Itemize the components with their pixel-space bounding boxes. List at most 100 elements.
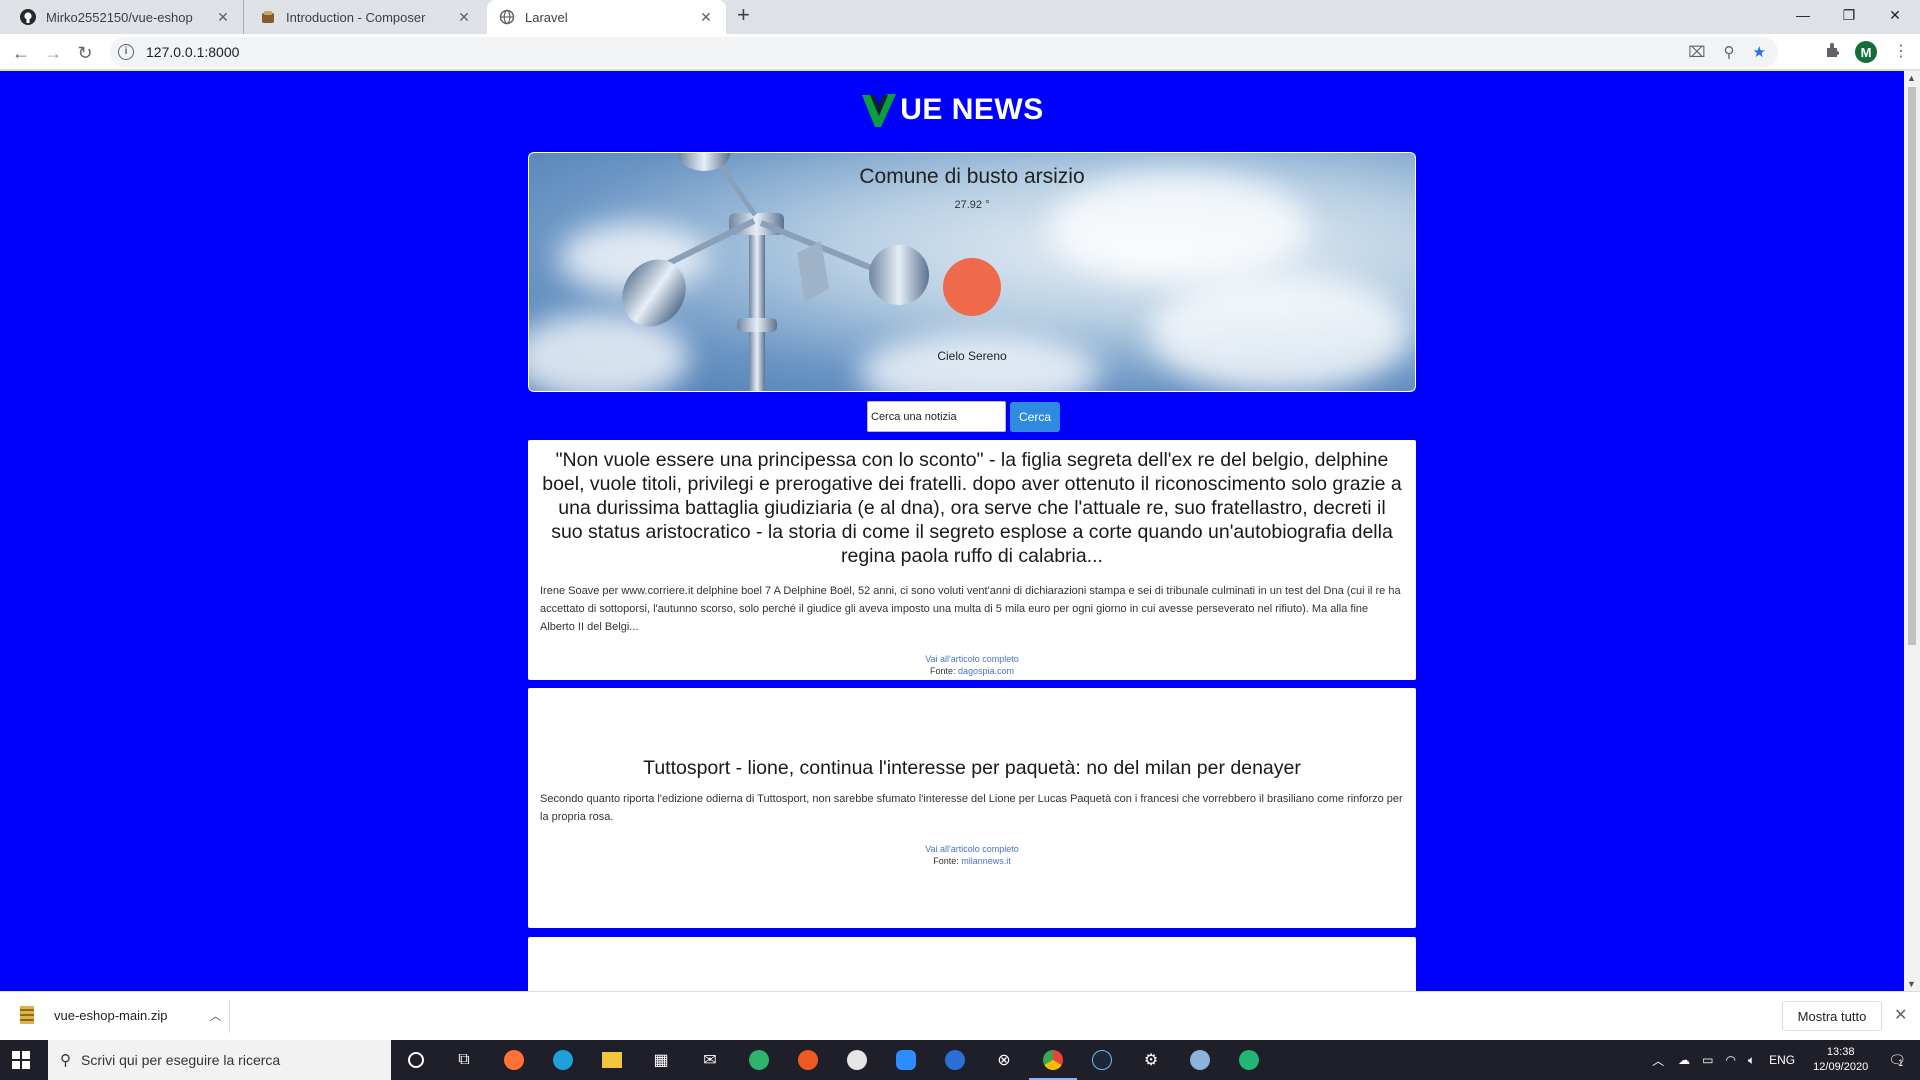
zip-file-icon <box>20 1006 34 1024</box>
clock-time: 13:38 <box>1826 1046 1855 1058</box>
scroll-up-icon[interactable]: ▲ <box>1907 73 1916 83</box>
weather-card: Comune di busto arsizio 27.92 ° Cielo Se… <box>528 152 1416 392</box>
site-info-icon[interactable]: i <box>118 44 134 60</box>
chevron-up-icon[interactable]: ︿ <box>209 1007 221 1024</box>
article-body: Secondo quanto riporta l'edizione odiern… <box>540 793 1403 823</box>
tab-composer[interactable]: Introduction - Composer ✕ <box>248 0 484 34</box>
firefox-icon[interactable] <box>502 1048 526 1072</box>
browser-toolbar: ← → ↻ i 127.0.0.1:8000 ⌧ ⚲ ★ M ⋮ <box>0 34 1920 70</box>
globe-icon <box>499 9 515 25</box>
cortana-icon[interactable] <box>404 1048 428 1072</box>
tab-github[interactable]: Mirko2552150/vue-eshop ✕ <box>8 0 244 34</box>
mail-icon[interactable]: ✉ <box>698 1048 722 1072</box>
news-search-form: Cerca <box>867 401 1060 432</box>
app-paint-icon[interactable] <box>1188 1048 1212 1072</box>
translate-icon[interactable]: ⌧ <box>1688 43 1705 61</box>
article-title: "Non vuole essere una principessa con lo… <box>542 449 1402 567</box>
system-tray: ︿ ☁ ▭ ◠ 🔈︎ ENG 13:38 12/09/2020 🗨︎ 1 <box>1652 1040 1920 1080</box>
source-label: Fonte: <box>929 666 956 676</box>
task-view-icon[interactable]: ⧉ <box>452 1048 476 1072</box>
news-card: Tuttosport - lione, continua l'interesse… <box>528 688 1416 928</box>
tab-title: Mirko2552150/vue-eshop <box>46 9 193 25</box>
close-window-icon[interactable]: ✕ <box>1872 0 1918 30</box>
language-indicator[interactable]: ENG <box>1769 1053 1795 1067</box>
file-explorer-icon[interactable] <box>600 1048 624 1072</box>
article-title: Tuttosport - lione, continua l'interesse… <box>643 757 1301 779</box>
vue-logo-icon <box>862 94 897 127</box>
tab-laravel[interactable]: Laravel ✕ <box>487 0 726 34</box>
news-search-input[interactable] <box>867 401 1006 432</box>
xbox-icon[interactable]: ⊗ <box>992 1048 1016 1072</box>
download-filename: vue-eshop-main.zip <box>54 1007 168 1023</box>
weather-description: Cielo Sereno <box>937 349 1007 363</box>
download-item[interactable]: vue-eshop-main.zip ︿ <box>20 1006 221 1024</box>
windows-taskbar: ⚲ Scrivi qui per eseguire la ricerca ⧉ ▦… <box>0 1040 1920 1080</box>
tab-strip: Mirko2552150/vue-eshop ✕ Introduction - … <box>0 0 1920 34</box>
edge-icon[interactable] <box>551 1048 575 1072</box>
scroll-down-icon[interactable]: ▼ <box>1907 979 1916 989</box>
menu-kebab-icon[interactable]: ⋮ <box>1893 41 1909 61</box>
clock[interactable]: 13:38 12/09/2020 <box>1813 1045 1868 1075</box>
onedrive-icon[interactable]: ☁ <box>1678 1053 1690 1067</box>
extensions-icon[interactable] <box>1824 41 1842 59</box>
close-tab-icon[interactable]: ✕ <box>215 9 231 26</box>
tab-title: Laravel <box>525 9 568 25</box>
taskbar-search-text: Scrivi qui per eseguire la ricerca <box>81 1052 281 1068</box>
notification-icon[interactable]: 🗨︎ 1 <box>1888 1052 1906 1069</box>
chevron-up-icon[interactable]: ︿ <box>1652 1052 1664 1069</box>
store-icon[interactable]: ▦ <box>649 1048 673 1072</box>
new-tab-button[interactable]: + <box>737 2 750 28</box>
bookmark-star-icon[interactable]: ★ <box>1753 43 1766 61</box>
article-link[interactable]: Vai all'articolo completo <box>540 654 1404 664</box>
windows-start-icon[interactable] <box>12 1051 30 1069</box>
page-scrollbar[interactable]: ▲ ▼ <box>1904 71 1920 991</box>
battery-icon[interactable]: ▭ <box>1702 1053 1713 1067</box>
close-tab-icon[interactable]: ✕ <box>698 9 714 26</box>
volume-icon[interactable]: 🔈︎ <box>1748 1053 1755 1068</box>
app-orange-icon[interactable] <box>796 1048 820 1072</box>
news-card <box>528 937 1416 991</box>
app-teal-icon[interactable] <box>1237 1048 1261 1072</box>
search-button[interactable]: Cerca <box>1010 402 1060 432</box>
github-desktop-icon[interactable] <box>845 1048 869 1072</box>
minimize-icon[interactable]: ― <box>1780 0 1826 30</box>
page-viewport: UE NEWS Comune di busto arsizio 27.92 ° … <box>0 71 1904 991</box>
weather-city: Comune di busto arsizio <box>859 165 1085 188</box>
steam-icon[interactable] <box>1090 1048 1114 1072</box>
forward-icon[interactable]: → <box>40 40 66 66</box>
composer-icon <box>260 9 276 25</box>
article-body: Irene Soave per www.corriere.it delphine… <box>540 585 1401 633</box>
weather-temperature: 27.92 ° <box>954 199 990 211</box>
back-icon[interactable]: ← <box>8 40 34 66</box>
article-source: Fonte: dagospia.com <box>540 666 1404 676</box>
wifi-icon[interactable]: ◠ <box>1725 1053 1735 1067</box>
profile-avatar[interactable]: M <box>1855 41 1877 63</box>
zoom-app-icon[interactable] <box>894 1048 918 1072</box>
site-header: UE NEWS <box>0 91 1904 129</box>
source-link[interactable]: dagospia.com <box>958 666 1014 676</box>
close-tab-icon[interactable]: ✕ <box>456 9 472 26</box>
url-text: 127.0.0.1:8000 <box>146 44 240 60</box>
article-link[interactable]: Vai all'articolo completo <box>540 844 1404 854</box>
source-link[interactable]: milannews.it <box>961 856 1011 866</box>
taskbar-search[interactable]: ⚲ Scrivi qui per eseguire la ricerca <box>48 1040 391 1080</box>
restore-icon[interactable]: ❐ <box>1826 0 1872 30</box>
site-title: UE NEWS <box>900 93 1044 126</box>
reload-icon[interactable]: ↻ <box>72 40 98 66</box>
download-bar: vue-eshop-main.zip ︿ Mostra tutto ✕ <box>0 991 1920 1040</box>
weather-sun-icon <box>943 258 1001 316</box>
show-all-button[interactable]: Mostra tutto <box>1782 1001 1882 1031</box>
close-icon[interactable]: ✕ <box>1894 1005 1907 1025</box>
clock-date: 12/09/2020 <box>1813 1061 1869 1073</box>
settings-gear-icon[interactable]: ⚙ <box>1139 1048 1163 1072</box>
source-label: Fonte: <box>933 856 959 866</box>
notification-count: 1 <box>1898 1057 1904 1068</box>
divider <box>229 1000 230 1033</box>
address-bar[interactable]: i 127.0.0.1:8000 ⌧ ⚲ ★ <box>110 37 1778 67</box>
github-icon <box>20 9 36 25</box>
app-blue-icon[interactable] <box>943 1048 967 1072</box>
app-green-icon[interactable] <box>747 1048 771 1072</box>
scrollbar-thumb[interactable] <box>1908 87 1916 645</box>
chrome-icon[interactable] <box>1029 1048 1077 1080</box>
zoom-icon[interactable]: ⚲ <box>1724 43 1735 61</box>
